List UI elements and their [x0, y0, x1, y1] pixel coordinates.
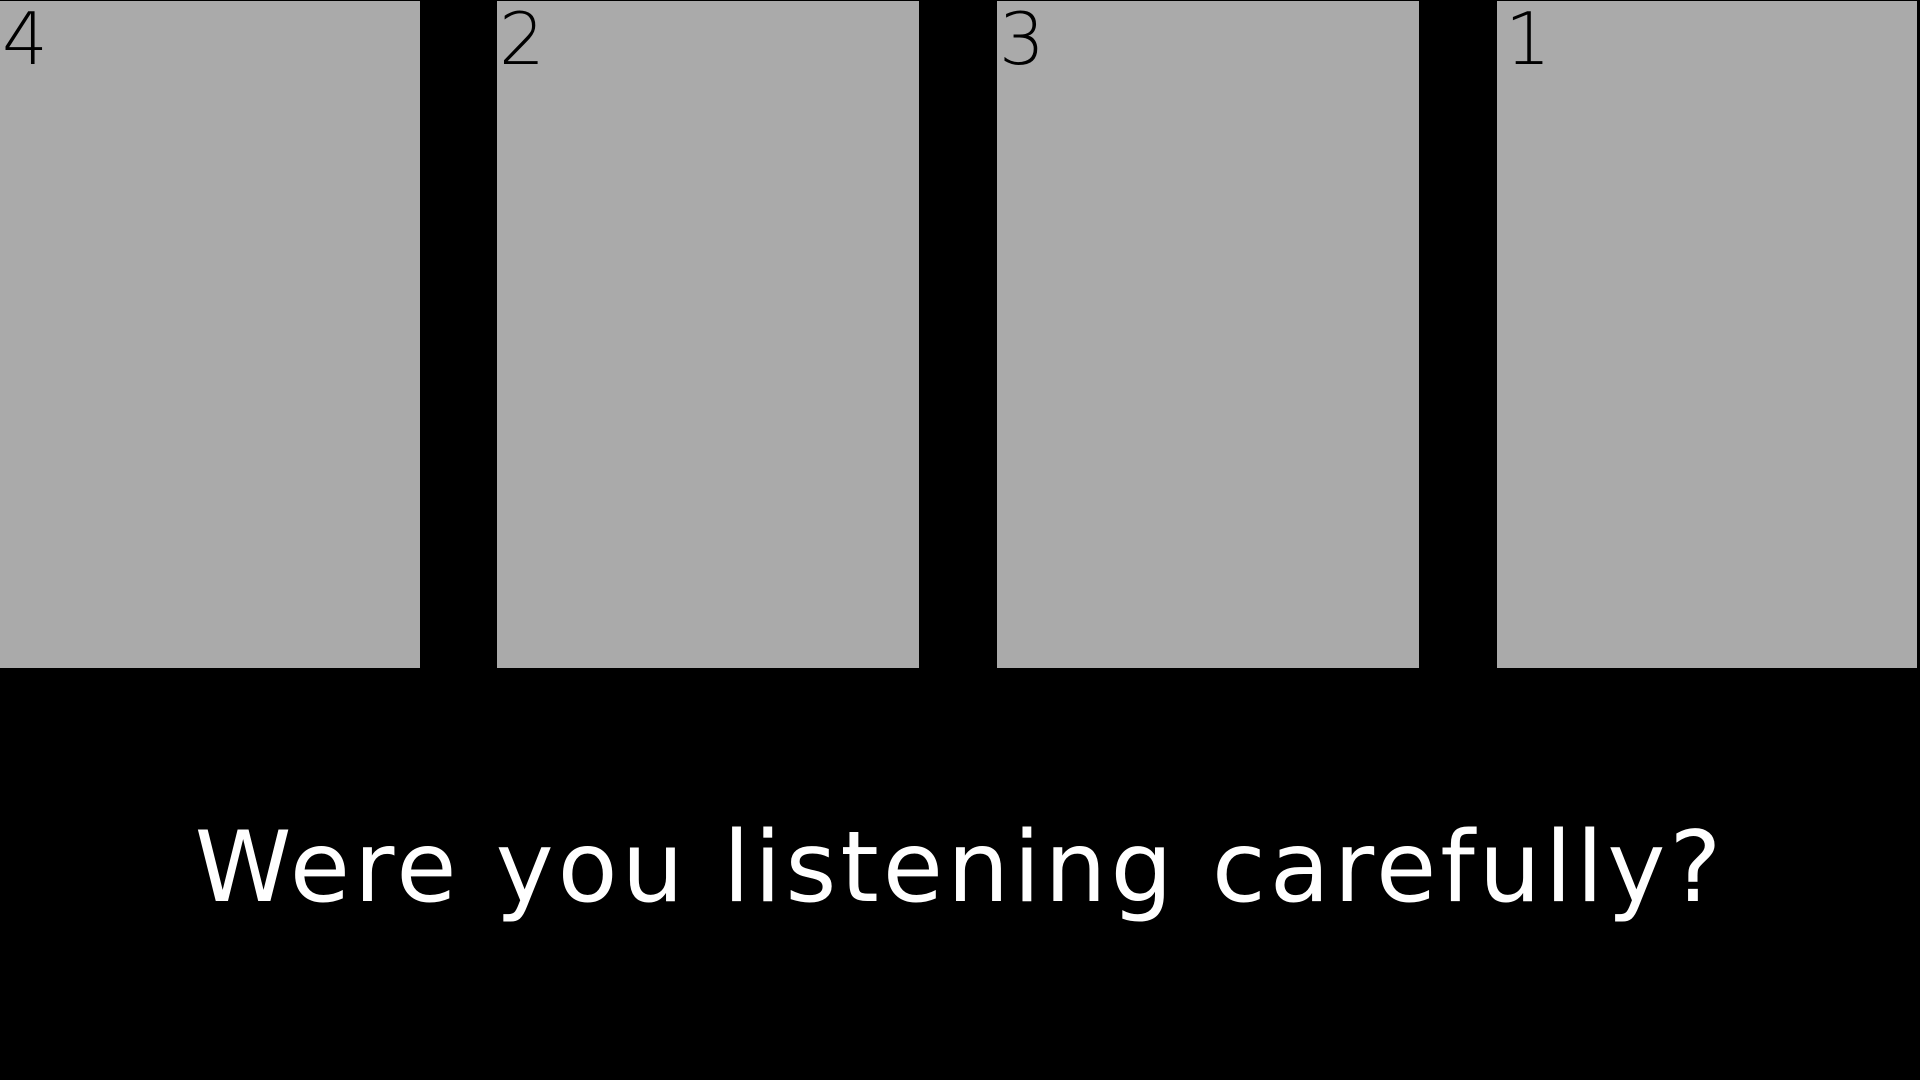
panel-number: 3 — [999, 0, 1045, 81]
answer-panel-2[interactable]: 2 — [497, 1, 919, 668]
answer-panel-1[interactable]: 4 — [0, 1, 420, 668]
answer-panel-3[interactable]: 3 — [997, 1, 1419, 668]
panel-number: 4 — [2, 0, 48, 81]
panel-number: 2 — [499, 0, 545, 81]
answer-panel-4[interactable]: 1 — [1497, 1, 1917, 668]
question-text: Were you listening carefully? — [194, 811, 1726, 925]
quiz-slide: 4 2 3 1 Were you listening carefully? — [0, 0, 1920, 1080]
panel-number: 1 — [1505, 0, 1551, 81]
